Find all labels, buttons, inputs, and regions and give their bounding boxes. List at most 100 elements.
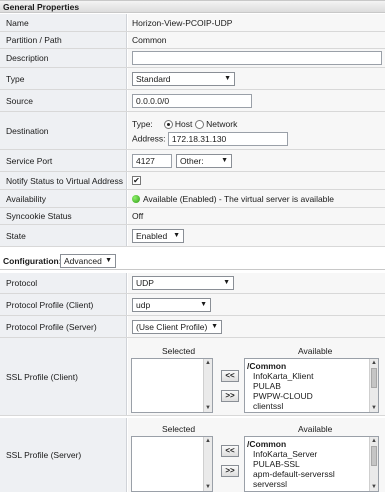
syncookie-value: Off: [128, 208, 385, 224]
ssl-server-available-scrollbar[interactable]: ▲ ▼: [369, 437, 378, 491]
scroll-up-icon[interactable]: ▲: [370, 359, 378, 367]
configuration-mode-select[interactable]: Advanced ▼: [60, 254, 116, 268]
ssl-client-available-list[interactable]: /Common InfoKarta_Klient PULAB PWPW-CLOU…: [244, 358, 379, 413]
profile-client-select-value: udp: [136, 299, 151, 310]
availability-cell: Available (Enabled) - The virtual server…: [128, 190, 385, 207]
name-value: Horizon-View-PCOIP-UDP: [128, 14, 385, 31]
type-cell: Standard ▼: [128, 68, 385, 89]
chevron-down-icon: ▼: [211, 322, 218, 330]
scroll-up-icon[interactable]: ▲: [204, 359, 212, 367]
scroll-down-icon[interactable]: ▼: [370, 483, 378, 491]
source-input[interactable]: 0.0.0.0/0: [132, 93, 252, 108]
ssl-server-cell: Selected Available ▲ ▼ << >> /Common Inf…: [128, 418, 385, 492]
chevron-down-icon: ▼: [200, 300, 207, 308]
name-row: Name Horizon-View-PCOIP-UDP: [0, 14, 385, 32]
scroll-down-icon[interactable]: ▼: [204, 404, 212, 412]
scroll-up-icon[interactable]: ▲: [204, 437, 212, 445]
check-icon: ✔: [133, 176, 140, 185]
availability-label: Availability: [0, 190, 127, 207]
scroll-thumb[interactable]: [371, 446, 377, 466]
destination-address-group: Address: 172.18.31.130: [132, 132, 288, 146]
ssl-server-row: SSL Profile (Server) Selected Available …: [0, 418, 385, 492]
list-item[interactable]: PULAB: [253, 381, 281, 391]
ssl-server-selected-scrollbar[interactable]: ▲ ▼: [203, 437, 212, 491]
availability-row: Availability Available (Enabled) - The v…: [0, 190, 385, 208]
description-cell: [128, 49, 385, 67]
chevron-down-icon: ▼: [221, 156, 228, 164]
availability-value: Available (Enabled) - The virtual server…: [143, 193, 335, 204]
list-item[interactable]: PWPW-CLOUD: [253, 391, 313, 401]
source-cell: 0.0.0.0/0: [128, 90, 385, 111]
type-select[interactable]: Standard ▼: [132, 71, 235, 86]
chevron-down-icon: ▼: [105, 257, 112, 264]
ssl-server-available-list[interactable]: /Common InfoKarta_Server PULAB-SSL apm-d…: [244, 436, 379, 492]
name-label: Name: [0, 14, 127, 31]
description-input[interactable]: [132, 51, 382, 65]
protocol-cell: UDP ▼: [128, 273, 385, 293]
destination-cell: Type: Host Network Address: 172.18.31.13…: [128, 112, 385, 149]
service-port-input[interactable]: 4127: [132, 153, 172, 168]
description-row: Description: [0, 49, 385, 68]
list-item[interactable]: serverssl: [253, 479, 287, 489]
network-radio-label: Network: [206, 119, 238, 129]
ssl-client-available-header: Available: [298, 346, 333, 356]
notify-label: Notify Status to Virtual Address: [0, 172, 127, 189]
ssl-client-available-scrollbar[interactable]: ▲ ▼: [369, 359, 378, 412]
ssl-client-cell: Selected Available ▲ ▼ << >> /Common Inf…: [128, 338, 385, 415]
service-port-cell: 4127 Other: ▼: [128, 150, 385, 171]
destination-address-input[interactable]: 172.18.31.130: [167, 132, 288, 146]
ssl-server-add-button[interactable]: <<: [221, 445, 239, 457]
service-port-select-value: Other:: [180, 155, 204, 166]
chevron-down-icon: ▼: [223, 279, 230, 286]
ssl-client-label: SSL Profile (Client): [0, 338, 127, 415]
profile-server-select[interactable]: (Use Client Profile) ▼: [132, 319, 222, 334]
network-radio[interactable]: [194, 120, 204, 130]
status-green-icon: [132, 194, 140, 203]
list-item[interactable]: /Common: [247, 439, 286, 449]
list-item[interactable]: apm-default-serverssl: [253, 469, 335, 479]
source-label: Source: [0, 90, 127, 111]
configuration-header: Configuration: Advanced ▼: [0, 253, 385, 270]
protocol-select[interactable]: UDP ▼: [132, 276, 234, 290]
partition-row: Partition / Path Common: [0, 32, 385, 49]
profile-client-select[interactable]: udp ▼: [132, 297, 211, 312]
ssl-client-selected-header: Selected: [162, 346, 196, 356]
profile-server-row: Protocol Profile (Server) (Use Client Pr…: [0, 316, 385, 338]
type-select-value: Standard: [136, 73, 171, 84]
protocol-select-value: UDP: [136, 278, 154, 288]
notify-checkbox[interactable]: ✔: [132, 176, 141, 185]
host-radio-label: Host: [174, 119, 193, 129]
partition-value: Common: [128, 32, 385, 48]
state-cell: Enabled ▼: [128, 225, 385, 246]
destination-type-group: Type: Host Network: [132, 119, 238, 130]
source-row: Source 0.0.0.0/0: [0, 90, 385, 112]
list-item[interactable]: clientssl: [253, 401, 283, 411]
ssl-client-add-button[interactable]: <<: [221, 370, 239, 382]
ssl-client-selected-scrollbar[interactable]: ▲ ▼: [203, 359, 212, 412]
scroll-down-icon[interactable]: ▼: [204, 483, 212, 491]
ssl-client-selected-list[interactable]: ▲ ▼: [131, 358, 213, 413]
ssl-client-remove-button[interactable]: >>: [221, 390, 239, 402]
state-select[interactable]: Enabled ▼: [132, 228, 184, 243]
scroll-up-icon[interactable]: ▲: [370, 437, 378, 445]
notify-row: Notify Status to Virtual Address ✔: [0, 172, 385, 190]
service-port-select[interactable]: Other: ▼: [176, 153, 232, 168]
partition-label: Partition / Path: [0, 32, 127, 48]
protocol-label: Protocol: [0, 273, 127, 293]
ssl-server-remove-button[interactable]: >>: [221, 465, 239, 477]
configuration-label: Configuration:: [3, 256, 62, 266]
profile-server-select-value: (Use Client Profile): [136, 321, 208, 332]
type-label: Type: [0, 68, 127, 89]
destination-label: Destination: [0, 112, 127, 149]
list-item[interactable]: /Common: [247, 361, 286, 371]
configuration-mode-value: Advanced: [64, 256, 102, 266]
host-radio[interactable]: [163, 120, 173, 130]
ssl-server-selected-list[interactable]: ▲ ▼: [131, 436, 213, 492]
list-item[interactable]: InfoKarta_Klient: [253, 371, 313, 381]
list-item[interactable]: InfoKarta_Server: [253, 449, 317, 459]
scroll-down-icon[interactable]: ▼: [370, 404, 378, 412]
scroll-thumb[interactable]: [371, 368, 377, 388]
list-item[interactable]: PULAB-SSL: [253, 459, 300, 469]
description-label: Description: [0, 49, 127, 67]
general-properties-header: General Properties: [0, 0, 385, 13]
